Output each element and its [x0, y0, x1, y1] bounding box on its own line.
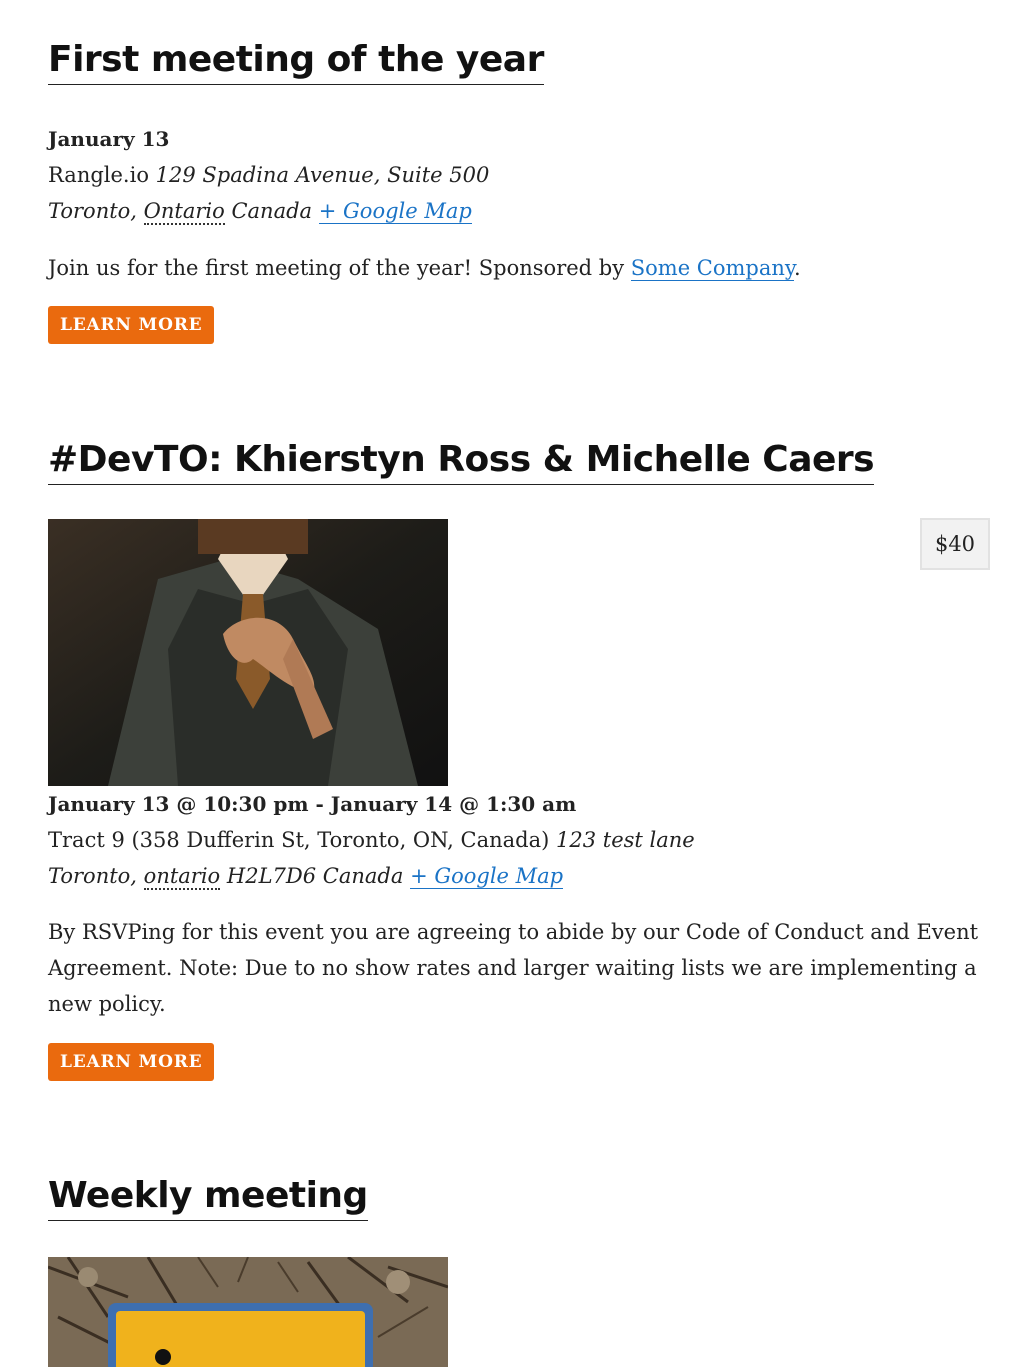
event-first-meeting: First meeting of the year January 13 Ran… — [48, 38, 990, 344]
event-devto: #DevTO: Khierstyn Ross & Michelle Caers — [48, 438, 990, 1081]
venue-region: ontario — [143, 864, 221, 890]
venue-name: Tract 9 (358 Dufferin St, Toronto, ON, C… — [48, 828, 550, 852]
venue-postal: H2L7D6 — [226, 864, 317, 888]
event-image[interactable] — [48, 519, 448, 786]
sponsor-link[interactable]: Some Company — [630, 256, 794, 281]
venue-city: Toronto, — [48, 864, 137, 888]
event-date: January 13 — [48, 127, 170, 151]
event-date: January 13 @ 10:30 pm - January 14 @ 1:3… — [48, 792, 577, 816]
event-description: Join us for the first meeting of the yea… — [48, 250, 990, 286]
venue-address: 129 Spadina Avenue, Suite 500 — [155, 163, 490, 187]
learn-more-button[interactable]: LEARN MORE — [48, 1043, 215, 1081]
venue-city: Toronto, — [48, 199, 137, 223]
description-end: . — [794, 256, 801, 280]
venue-region: Ontario — [143, 199, 225, 225]
venue-name: Rangle.io — [48, 163, 149, 187]
event-title-link[interactable]: Weekly meeting — [48, 1174, 368, 1221]
event-image[interactable] — [48, 1257, 448, 1367]
event-title-link[interactable]: First meeting of the year — [48, 38, 544, 85]
learn-more-button[interactable]: LEARN MORE — [48, 306, 215, 344]
venue-address: 123 test lane — [556, 828, 695, 852]
google-map-link[interactable]: + Google Map — [318, 199, 472, 224]
google-map-link[interactable]: + Google Map — [410, 864, 564, 889]
event-price-badge: $40 — [920, 518, 990, 570]
description-text: Join us for the first meeting of the yea… — [48, 256, 631, 280]
event-title-link[interactable]: #DevTO: Khierstyn Ross & Michelle Caers — [48, 438, 875, 485]
suit-photo-icon — [48, 519, 448, 786]
venue-country: Canada — [231, 199, 313, 223]
event-details: January 13 Rangle.io 129 Spadina Avenue,… — [48, 121, 990, 229]
event-weekly-meeting: Weekly meeting — [48, 1174, 990, 1367]
road-sign-photo-icon — [48, 1257, 448, 1367]
venue-country: Canada — [322, 864, 404, 888]
event-details: January 13 @ 10:30 pm - January 14 @ 1:3… — [48, 786, 990, 894]
event-description: By RSVPing for this event you are agreei… — [48, 920, 979, 1016]
